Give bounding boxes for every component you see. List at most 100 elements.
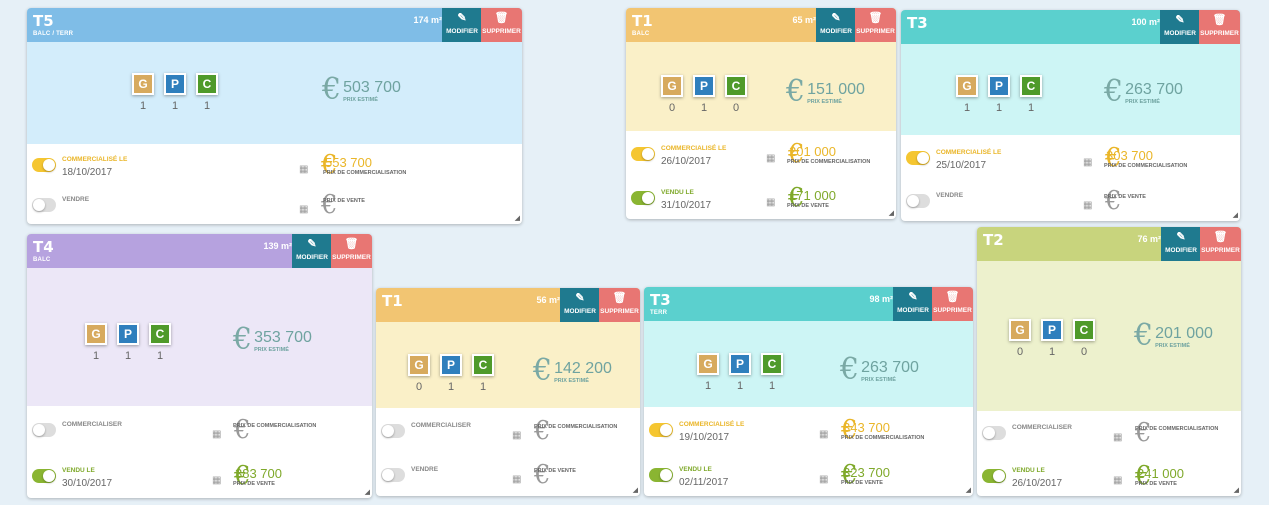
garage-counter: G0 xyxy=(1004,319,1036,358)
cellar-counter: C0 xyxy=(720,75,752,114)
parking-count: 1 xyxy=(1048,346,1056,358)
delete-button[interactable]: 🗑 SUPPRIMER xyxy=(932,287,973,321)
edit-icon: ✎ xyxy=(908,291,918,303)
parking-badge: P xyxy=(164,73,186,95)
commercial-row: COMMERCIALISER ▦ € PRIX DE COMMERCIALISATIO… xyxy=(27,407,372,451)
modify-button[interactable]: ✎ MODIFIER xyxy=(893,287,933,321)
estimated-price-label: PRIX ESTIMÉ xyxy=(1155,343,1190,349)
unit-type-title: T3 xyxy=(650,291,671,309)
modify-button[interactable]: ✎ MODIFIER xyxy=(816,8,856,42)
unit-card: T2 76 m² ✎ MODIFIER 🗑 SUPPRIMER G 0 P 1 C 0 €201 000… xyxy=(977,227,1241,496)
calendar-icon[interactable]: ▦ xyxy=(512,474,521,485)
unit-area: 56 m² xyxy=(536,295,560,305)
gpc-counters: G1P1C1 xyxy=(80,323,176,362)
sale-toggle[interactable] xyxy=(32,198,56,212)
sale-toggle[interactable] xyxy=(381,468,405,482)
delete-label: SUPPRIMER xyxy=(933,307,972,314)
calendar-icon[interactable]: ▦ xyxy=(512,430,521,441)
delete-button[interactable]: 🗑 SUPPRIMER xyxy=(1200,227,1241,261)
calendar-icon[interactable]: ▦ xyxy=(299,164,308,175)
resize-handle-icon[interactable]: ◢ xyxy=(1233,211,1238,219)
sale-toggle[interactable] xyxy=(649,467,673,482)
estimated-price: €353 700 PRIX ESTIMÉ xyxy=(233,325,312,355)
estimated-price-value: 142 200 xyxy=(554,360,612,377)
commercial-status-label: COMMERCIALISÉ LE xyxy=(936,148,1002,156)
cellar-badge: C xyxy=(472,354,494,376)
resize-handle-icon[interactable]: ◢ xyxy=(966,486,971,494)
calendar-icon[interactable]: ▦ xyxy=(212,475,221,486)
delete-button[interactable]: 🗑 SUPPRIMER xyxy=(599,288,640,322)
sale-toggle[interactable] xyxy=(631,191,655,205)
card-summary: G 1 P 1 C 1 €503 700 PRIX ESTIMÉ xyxy=(27,42,522,144)
sale-price-label: PRIX DE VENTE xyxy=(323,198,365,204)
sale-toggle[interactable] xyxy=(32,469,56,483)
commercial-toggle[interactable] xyxy=(649,423,673,438)
sale-status-label: VENDU LE xyxy=(679,465,712,473)
commercial-toggle[interactable] xyxy=(381,424,405,438)
trash-icon: 🗑 xyxy=(1212,14,1227,26)
euro-icon: € xyxy=(534,460,551,490)
card-header: T3 100 m² ✎ MODIFIER 🗑 SUPPRIMER xyxy=(901,10,1240,44)
commercial-status-label: COMMERCIALISER xyxy=(62,421,122,428)
cellar-counter: C0 xyxy=(1068,319,1100,358)
euro-icon: € xyxy=(321,190,338,220)
card-summary: G 0 P 1 C 1 €142 200 PRIX ESTIMÉ xyxy=(376,322,640,408)
calendar-icon[interactable]: ▦ xyxy=(1083,200,1092,211)
calendar-icon[interactable]: ▦ xyxy=(819,474,828,485)
delete-button[interactable]: 🗑 SUPPRIMER xyxy=(855,8,896,42)
garage-count: 1 xyxy=(704,380,712,392)
resize-handle-icon[interactable]: ◢ xyxy=(515,214,520,222)
modify-label: MODIFIER xyxy=(446,28,478,35)
gpc-counters: G1P1C1 xyxy=(951,75,1047,114)
euro-icon: € xyxy=(786,74,806,109)
calendar-icon[interactable]: ▦ xyxy=(1113,475,1122,486)
modify-button[interactable]: ✎ MODIFIER xyxy=(560,288,600,322)
delete-label: SUPPRIMER xyxy=(482,28,521,35)
delete-button[interactable]: 🗑 SUPPRIMER xyxy=(1199,10,1240,44)
gpc-counters: G0P1C1 xyxy=(403,354,499,393)
garage-count: 1 xyxy=(139,100,147,112)
delete-button[interactable]: 🗑 SUPPRIMER xyxy=(331,234,372,268)
commercial-toggle[interactable] xyxy=(32,423,56,437)
delete-button[interactable]: 🗑 SUPPRIMER xyxy=(481,8,522,42)
calendar-icon[interactable]: ▦ xyxy=(1083,157,1092,168)
garage-counter: G0 xyxy=(656,75,688,114)
modify-button[interactable]: ✎ MODIFIER xyxy=(1160,10,1200,44)
resize-handle-icon[interactable]: ◢ xyxy=(633,486,638,494)
unit-type-title: T4 xyxy=(33,238,54,256)
calendar-icon[interactable]: ▦ xyxy=(819,429,828,440)
card-header: T2 76 m² ✎ MODIFIER 🗑 SUPPRIMER xyxy=(977,227,1241,261)
sale-price-label: PRIX DE VENTE xyxy=(233,481,275,487)
estimated-price: €151 000 PRIX ESTIMÉ xyxy=(786,77,865,107)
garage-badge: G xyxy=(661,75,683,97)
resize-handle-icon[interactable]: ◢ xyxy=(889,209,894,217)
calendar-icon[interactable]: ▦ xyxy=(299,204,308,215)
sale-date: 02/11/2017 xyxy=(679,476,729,488)
sale-status-label: VENDU LE xyxy=(661,189,694,196)
commercial-toggle[interactable] xyxy=(906,150,930,165)
calendar-icon[interactable]: ▦ xyxy=(212,429,221,440)
edit-icon: ✎ xyxy=(575,292,585,304)
commercial-toggle[interactable] xyxy=(982,426,1006,441)
commercial-date: 25/10/2017 xyxy=(936,159,987,171)
calendar-icon[interactable]: ▦ xyxy=(766,197,775,208)
sale-row: VENDU LE 26/10/2017 ▦ €241 000 PRIX DE VENTE xyxy=(977,453,1241,496)
sale-toggle[interactable] xyxy=(982,468,1006,483)
commercial-price-label: PRIX DE COMMERCIALISATION xyxy=(1135,426,1219,433)
resize-handle-icon[interactable]: ◢ xyxy=(365,488,370,496)
unit-extras: BALC xyxy=(33,257,51,263)
edit-icon: ✎ xyxy=(457,12,467,24)
card-header: T5 BALC / TERR 174 m² ✎ MODIFIER 🗑 SUPPRIMER xyxy=(27,8,522,42)
resize-handle-icon[interactable]: ◢ xyxy=(1234,486,1239,494)
modify-button[interactable]: ✎ MODIFIER xyxy=(292,234,332,268)
parking-badge: P xyxy=(729,353,751,375)
sale-toggle[interactable] xyxy=(906,193,930,208)
euro-icon: € xyxy=(1104,74,1124,109)
modify-button[interactable]: ✎ MODIFIER xyxy=(442,8,482,42)
calendar-icon[interactable]: ▦ xyxy=(1113,432,1122,443)
card-summary: G 1 P 1 C 1 €263 700 PRIX ESTIMÉ xyxy=(901,44,1240,135)
commercial-toggle[interactable] xyxy=(32,158,56,172)
commercial-toggle[interactable] xyxy=(631,147,655,161)
calendar-icon[interactable]: ▦ xyxy=(766,153,775,164)
modify-button[interactable]: ✎ MODIFIER xyxy=(1161,227,1201,261)
